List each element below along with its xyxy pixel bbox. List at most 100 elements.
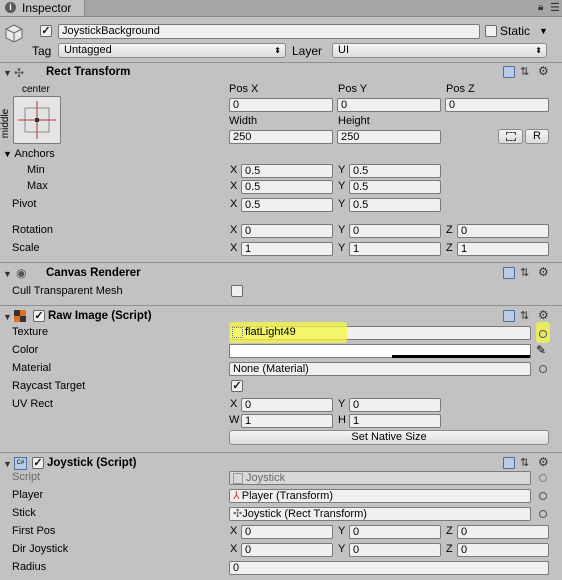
h-axis-label: H bbox=[338, 414, 346, 426]
foldout-arrow-icon[interactable]: ▼ bbox=[3, 312, 12, 322]
lock-icon[interactable]: 🔒︎ bbox=[538, 2, 543, 13]
layer-dropdown[interactable]: UI ⬍ bbox=[332, 43, 547, 58]
rotation-z-input[interactable]: 0 bbox=[457, 224, 549, 238]
scale-z-input[interactable]: 1 bbox=[457, 242, 549, 256]
raycast-target-label: Raycast Target bbox=[12, 380, 86, 392]
x-axis-label: X bbox=[230, 198, 238, 210]
gear-icon[interactable]: ⚙ bbox=[538, 308, 549, 322]
pos-y-input[interactable]: 0 bbox=[337, 98, 441, 112]
uv-h-input[interactable]: 1 bbox=[349, 414, 441, 428]
anchor-max-label: Max bbox=[27, 180, 48, 192]
object-picker-icon[interactable] bbox=[539, 492, 547, 500]
preset-icon[interactable]: ⇅ bbox=[520, 65, 529, 78]
first-pos-z-input[interactable]: 0 bbox=[457, 525, 549, 539]
divider bbox=[0, 305, 562, 306]
script-label: Script bbox=[12, 471, 41, 483]
object-picker-icon[interactable] bbox=[539, 330, 547, 338]
foldout-arrow-icon[interactable]: ▼ bbox=[3, 269, 12, 279]
rect-transform-icon: ✣ bbox=[14, 66, 25, 80]
dir-joystick-z-input[interactable]: 0 bbox=[457, 543, 549, 557]
z-axis-label: Z bbox=[446, 242, 453, 254]
width-input[interactable]: 250 bbox=[229, 130, 333, 144]
help-book-icon[interactable] bbox=[503, 457, 520, 470]
raw-image-icon bbox=[14, 310, 26, 322]
uv-rect-label: UV Rect bbox=[12, 398, 53, 410]
dropdown-arrow-icon: ⬍ bbox=[535, 46, 542, 55]
set-native-size-button[interactable]: Set Native Size bbox=[229, 430, 549, 445]
anchor-preset-button[interactable] bbox=[13, 96, 61, 144]
y-axis-label: Y bbox=[338, 180, 346, 192]
gear-icon[interactable]: ⚙ bbox=[538, 265, 549, 279]
uv-y-input[interactable]: 0 bbox=[349, 398, 441, 412]
player-field[interactable]: ⅄ Player (Transform) bbox=[229, 489, 531, 503]
uv-w-input[interactable]: 1 bbox=[241, 414, 333, 428]
pos-z-input[interactable]: 0 bbox=[445, 98, 549, 112]
anchor-h-label: center bbox=[22, 84, 50, 95]
rect-transform-header[interactable]: ▼ ✣ Rect Transform ⇅ ⚙ bbox=[0, 64, 562, 82]
help-book-icon[interactable] bbox=[503, 267, 520, 280]
preset-icon[interactable]: ⇅ bbox=[520, 266, 529, 279]
gameobject-cube-icon bbox=[5, 24, 23, 43]
dropdown-arrow-icon: ⬍ bbox=[274, 46, 281, 55]
w-axis-label: W bbox=[229, 414, 240, 426]
first-pos-y-input[interactable]: 0 bbox=[349, 525, 441, 539]
pos-z-label: Pos Z bbox=[446, 83, 475, 95]
raycast-target-checkbox[interactable]: ✓ bbox=[231, 380, 243, 392]
raw-edit-button[interactable]: R bbox=[525, 129, 549, 144]
anchor-min-y-input[interactable]: 0.5 bbox=[349, 164, 441, 178]
preset-icon[interactable]: ⇅ bbox=[520, 456, 529, 469]
static-checkbox[interactable] bbox=[485, 25, 497, 37]
eyedropper-icon[interactable]: ✎ bbox=[536, 343, 546, 357]
scale-y-input[interactable]: 1 bbox=[349, 242, 441, 256]
y-axis-label: Y bbox=[338, 525, 346, 537]
gear-icon[interactable]: ⚙ bbox=[538, 64, 549, 78]
first-pos-label: First Pos bbox=[12, 525, 56, 537]
x-axis-label: X bbox=[230, 398, 238, 410]
menu-icon[interactable]: ☰ bbox=[550, 1, 560, 14]
uv-x-input[interactable]: 0 bbox=[241, 398, 333, 412]
color-swatch[interactable] bbox=[229, 344, 531, 358]
tag-dropdown[interactable]: Untagged ⬍ bbox=[58, 43, 286, 58]
canvas-renderer-title: Canvas Renderer bbox=[46, 267, 141, 279]
first-pos-x-input[interactable]: 0 bbox=[241, 525, 333, 539]
anchor-min-x-input[interactable]: 0.5 bbox=[241, 164, 333, 178]
anchor-max-x-input[interactable]: 0.5 bbox=[241, 180, 333, 194]
gear-icon[interactable]: ⚙ bbox=[538, 455, 549, 469]
pivot-x-input[interactable]: 0.5 bbox=[241, 198, 333, 212]
rotation-label: Rotation bbox=[12, 224, 53, 236]
radius-input[interactable]: 0 bbox=[229, 561, 549, 575]
x-axis-label: X bbox=[230, 224, 238, 236]
rotation-x-input[interactable]: 0 bbox=[241, 224, 333, 238]
help-book-icon[interactable] bbox=[503, 66, 520, 79]
active-checkbox[interactable]: ✓ bbox=[40, 25, 52, 37]
anchors-label[interactable]: ▼ Anchors bbox=[3, 148, 55, 160]
cull-transparent-mesh-checkbox[interactable] bbox=[231, 285, 243, 297]
dir-joystick-y-input[interactable]: 0 bbox=[349, 543, 441, 557]
static-dropdown-icon[interactable]: ▼ bbox=[539, 26, 548, 36]
scale-x-input[interactable]: 1 bbox=[241, 242, 333, 256]
tab-inspector[interactable]: i Inspector bbox=[0, 0, 85, 16]
joystick-enabled-checkbox[interactable]: ✓ bbox=[32, 457, 44, 469]
foldout-arrow-icon[interactable]: ▼ bbox=[3, 68, 12, 78]
stick-field[interactable]: ✣Joystick (Rect Transform) bbox=[229, 507, 531, 521]
object-name-input[interactable]: JoystickBackground bbox=[58, 24, 480, 39]
object-picker-icon[interactable] bbox=[539, 365, 547, 373]
pos-x-input[interactable]: 0 bbox=[229, 98, 333, 112]
blueprint-mode-button[interactable] bbox=[498, 129, 523, 144]
canvas-renderer-header[interactable]: ▼ ◉ Canvas Renderer ⇅ ⚙ bbox=[0, 265, 562, 283]
object-picker-icon[interactable] bbox=[539, 510, 547, 518]
anchor-max-y-input[interactable]: 0.5 bbox=[349, 180, 441, 194]
pivot-y-input[interactable]: 0.5 bbox=[349, 198, 441, 212]
raw-image-enabled-checkbox[interactable]: ✓ bbox=[33, 310, 45, 322]
rotation-y-input[interactable]: 0 bbox=[349, 224, 441, 238]
static-label: Static bbox=[500, 24, 531, 38]
help-book-icon[interactable] bbox=[503, 310, 520, 323]
player-label: Player bbox=[12, 489, 44, 501]
dir-joystick-x-input[interactable]: 0 bbox=[241, 543, 333, 557]
preset-icon[interactable]: ⇅ bbox=[520, 309, 529, 322]
x-axis-label: X bbox=[230, 525, 238, 537]
material-field[interactable]: None (Material) bbox=[229, 362, 531, 376]
y-axis-label: Y bbox=[338, 164, 346, 176]
foldout-arrow-icon[interactable]: ▼ bbox=[3, 459, 12, 469]
height-input[interactable]: 250 bbox=[337, 130, 441, 144]
